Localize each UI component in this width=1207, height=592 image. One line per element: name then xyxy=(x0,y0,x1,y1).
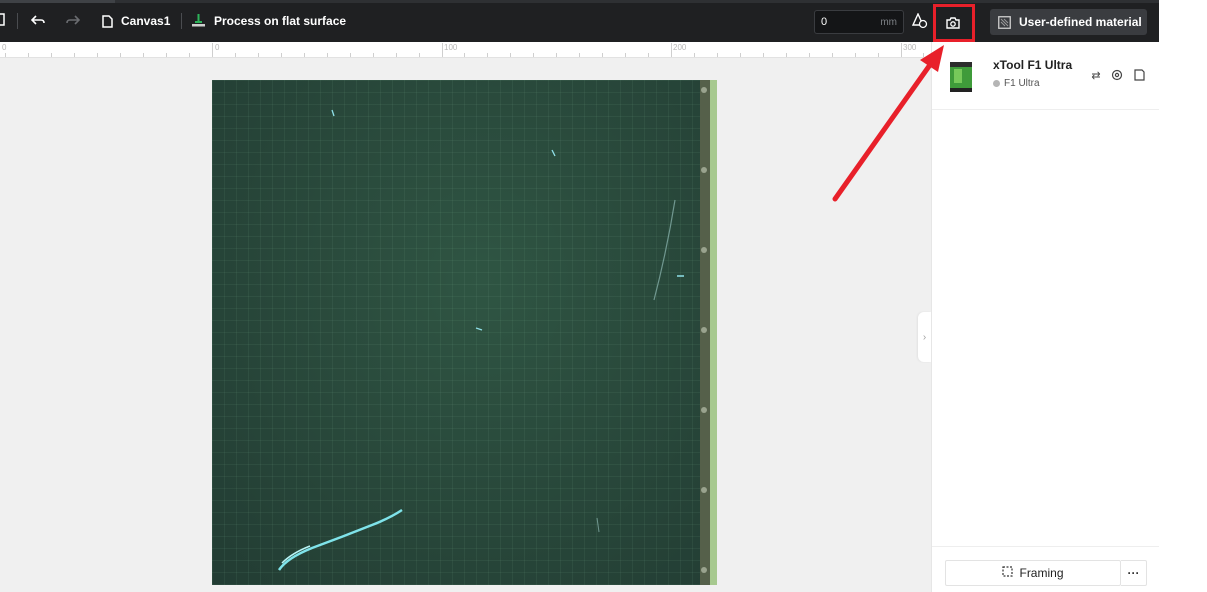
settings-icon[interactable] xyxy=(1110,68,1124,82)
ruler-tick xyxy=(648,53,649,57)
ruler-tick xyxy=(120,53,121,57)
preview-scratches xyxy=(277,87,707,573)
ruler-tick xyxy=(740,53,741,57)
app-window: Canvas1 Process on flat surface mm xyxy=(0,0,1207,592)
ruler-tick xyxy=(143,53,144,57)
ruler-tick xyxy=(625,53,626,57)
ruler-tick xyxy=(97,53,98,57)
thickness-field[interactable]: mm xyxy=(814,10,904,34)
ruler-tick xyxy=(694,53,695,57)
active-tab-indicator xyxy=(0,0,115,3)
canvas-name-button[interactable]: Canvas1 xyxy=(102,14,170,28)
device-thumbnail xyxy=(950,62,972,92)
redo-button[interactable] xyxy=(66,14,80,26)
ruler-label: 200 xyxy=(673,43,687,52)
ruler-tick xyxy=(464,53,465,57)
ruler-tick xyxy=(763,53,764,57)
ruler-tick xyxy=(510,53,511,57)
process-mode-button[interactable]: Process on flat surface xyxy=(191,13,346,28)
framing-button[interactable]: Framing xyxy=(945,560,1121,586)
ruler-tick xyxy=(717,53,718,57)
right-side-panel: xTool F1 Ultra F1 Ultra ⇄ Framing ··· xyxy=(931,42,1160,592)
ruler-tick xyxy=(786,53,787,57)
ruler-tick xyxy=(350,53,351,57)
menu-button[interactable] xyxy=(0,13,6,27)
undo-icon xyxy=(31,14,45,26)
ruler-tick xyxy=(878,53,879,57)
ruler-tick xyxy=(51,53,52,57)
ruler-tick xyxy=(923,53,924,57)
ruler-tick xyxy=(281,53,282,57)
auto-measure-button[interactable] xyxy=(912,13,928,29)
ruler-tick xyxy=(74,53,75,57)
process-mode-label: Process on flat surface xyxy=(214,13,347,28)
redo-icon xyxy=(66,14,80,26)
panel-collapse-toggle[interactable]: › xyxy=(918,312,931,362)
ruler-tick xyxy=(258,53,259,57)
more-options-button[interactable]: ··· xyxy=(1121,560,1147,586)
menu-icon xyxy=(0,13,6,27)
save-icon[interactable] xyxy=(1132,68,1146,82)
blank-margin xyxy=(1159,0,1207,592)
device-name: xTool F1 Ultra xyxy=(993,58,1073,72)
ruler-label: 0 xyxy=(2,43,7,52)
ruler-tick xyxy=(809,53,810,57)
device-card[interactable]: xTool F1 Ultra F1 Ultra ⇄ xyxy=(932,42,1160,110)
ruler-tick xyxy=(5,53,6,57)
thickness-input[interactable] xyxy=(821,16,877,28)
ruler-tick xyxy=(373,53,374,57)
ruler-label: 100 xyxy=(444,43,458,52)
ruler-label: 0 xyxy=(215,43,220,52)
material-icon xyxy=(998,15,1011,29)
toolbar-tab-strip xyxy=(0,0,1159,3)
chevron-right-icon: › xyxy=(922,331,927,343)
toolbar-separator xyxy=(181,13,182,29)
horizontal-ruler: 0 0 100 200 300 xyxy=(0,42,931,58)
ruler-tick xyxy=(442,43,443,57)
framing-icon xyxy=(1002,566,1014,580)
undo-button[interactable] xyxy=(31,14,45,26)
ruler-tick xyxy=(235,53,236,57)
toolbar-separator xyxy=(17,13,18,29)
ruler-label: 300 xyxy=(903,43,917,52)
ruler-tick xyxy=(487,53,488,57)
panel-footer: Framing ··· xyxy=(932,546,1160,592)
ruler-tick xyxy=(304,53,305,57)
camera-button[interactable] xyxy=(937,8,969,37)
material-select-button[interactable]: User-defined material xyxy=(990,9,1147,35)
ruler-tick xyxy=(855,53,856,57)
ruler-tick xyxy=(533,53,534,57)
file-icon xyxy=(102,14,113,28)
device-model: F1 Ultra xyxy=(993,78,1040,89)
ruler-tick xyxy=(166,53,167,57)
framing-label: Framing xyxy=(1019,566,1064,580)
ruler-tick xyxy=(212,43,213,57)
material-label: User-defined material xyxy=(1019,15,1142,29)
ruler-tick xyxy=(671,43,672,57)
ruler-tick xyxy=(832,53,833,57)
ruler-tick xyxy=(189,53,190,57)
ruler-tick xyxy=(419,53,420,57)
camera-icon xyxy=(946,16,960,29)
ruler-tick xyxy=(602,53,603,57)
ruler-tick xyxy=(901,43,902,57)
auto-measure-icon xyxy=(912,13,928,29)
ruler-tick xyxy=(556,53,557,57)
swap-icon[interactable]: ⇄ xyxy=(1089,68,1103,82)
work-canvas[interactable]: › xyxy=(0,58,931,592)
ruler-tick xyxy=(327,53,328,57)
device-model-label: F1 Ultra xyxy=(1004,78,1040,89)
toolbar: Canvas1 Process on flat surface mm xyxy=(0,0,1159,42)
ruler-tick xyxy=(396,53,397,57)
canvas-name: Canvas1 xyxy=(121,14,171,28)
flat-surface-icon xyxy=(191,13,206,28)
thickness-unit: mm xyxy=(880,16,897,28)
ruler-tick xyxy=(579,53,580,57)
camera-preview-image xyxy=(212,80,717,585)
connection-status-dot xyxy=(993,80,1000,87)
ruler-tick xyxy=(28,53,29,57)
